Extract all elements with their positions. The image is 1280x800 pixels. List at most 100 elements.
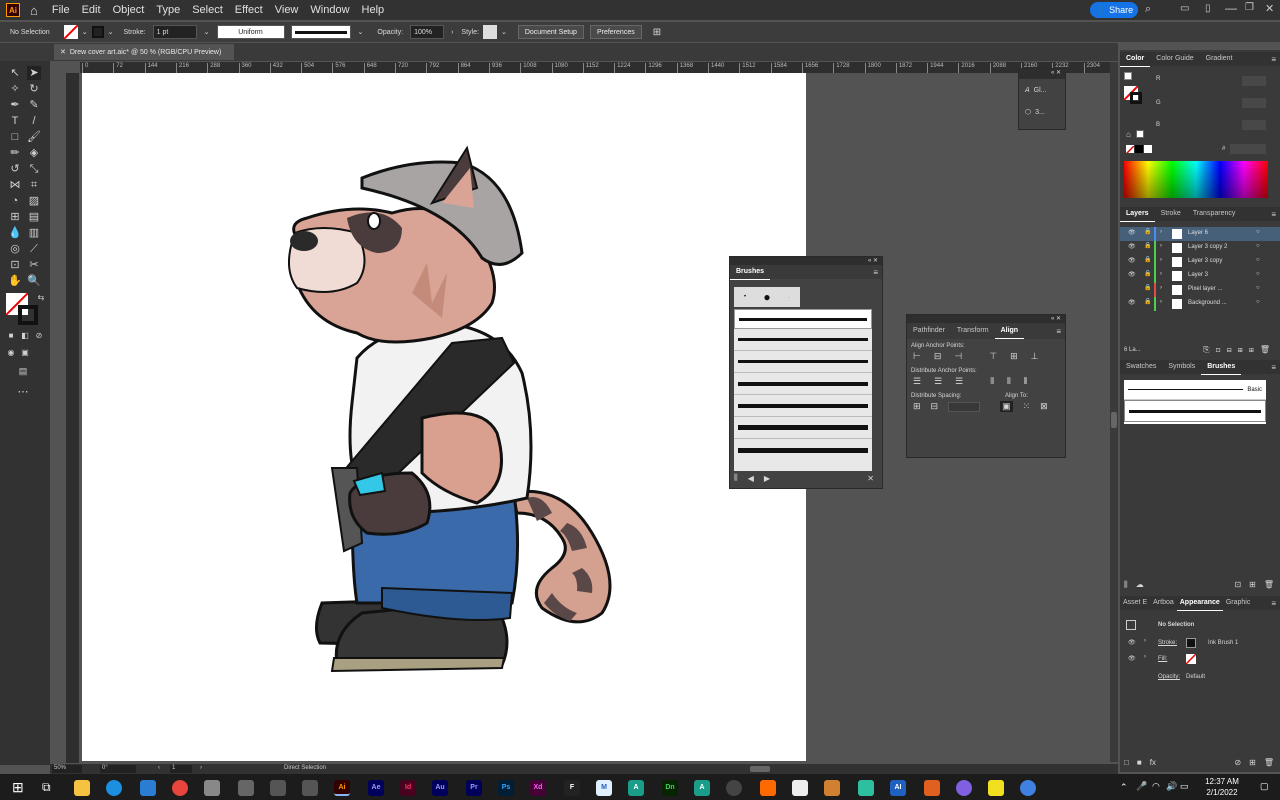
zoom-tool-icon[interactable]: 🔍	[27, 274, 41, 288]
white-swatch[interactable]	[1144, 145, 1152, 153]
brush-item[interactable]	[734, 329, 872, 351]
layer-name[interactable]: Pixel layer ...	[1188, 286, 1222, 292]
layer-name[interactable]: Layer 3 copy 2	[1188, 244, 1227, 250]
edge-icon[interactable]	[106, 780, 122, 796]
opacity-field[interactable]: 100%	[410, 25, 445, 39]
shape-builder-icon[interactable]: ◔	[8, 194, 22, 208]
stroke-weight-field[interactable]: 1 pt	[152, 25, 197, 39]
small-dot-icon[interactable]: •	[734, 294, 756, 300]
artboard[interactable]	[82, 73, 806, 761]
visibility-eye-icon[interactable]: 👁	[1128, 655, 1136, 662]
tab-layers[interactable]: Layers	[1120, 207, 1155, 222]
document-setup-button[interactable]: Document Setup	[517, 25, 584, 39]
large-dot-icon[interactable]: ●	[756, 290, 778, 304]
tab-align[interactable]: Align	[994, 324, 1025, 339]
brush-options-icon[interactable]: ⊡	[1234, 580, 1241, 592]
layer-row[interactable]: 👁 🔒 › Layer 3 copy 2 ○	[1120, 241, 1280, 255]
layer-row[interactable]: 👁 🔒 › Layer 3 ○	[1120, 269, 1280, 283]
xd-icon[interactable]: Xd	[530, 780, 546, 796]
app-icon[interactable]	[1020, 780, 1036, 796]
default-colors-icon[interactable]	[1124, 72, 1132, 80]
stroke-label[interactable]: Stroke:	[1158, 640, 1177, 646]
menu-edit[interactable]: Edit	[76, 4, 107, 16]
tab-pathfinder[interactable]: Pathfinder	[907, 324, 951, 338]
tab-stroke[interactable]: Stroke	[1155, 207, 1187, 221]
target-icon[interactable]: ○	[1256, 257, 1260, 263]
curvature-tool-icon[interactable]: ✎	[27, 98, 41, 112]
app-icon[interactable]	[204, 780, 220, 796]
panel-menu-icon[interactable]: ≡	[1271, 55, 1280, 64]
microphone-icon[interactable]: 🎤	[1136, 781, 1147, 792]
share-button[interactable]: 👤 Share	[1090, 2, 1138, 18]
tab-symbols[interactable]: Symbols	[1162, 360, 1201, 374]
align-left-icon[interactable]: ⊢	[913, 351, 921, 362]
chevron-right-icon[interactable]: ›	[451, 29, 453, 36]
clock[interactable]: 12:37 AM 2/1/2022	[1198, 776, 1246, 798]
tab-swatches[interactable]: Swatches	[1120, 360, 1162, 374]
app-icon[interactable]	[726, 780, 742, 796]
artboard-nav-prev[interactable]: ‹	[158, 765, 160, 771]
rectangle-tool-icon[interactable]: □	[8, 130, 22, 144]
wifi-icon[interactable]: ◠	[1152, 781, 1160, 792]
appearance-fill-row[interactable]: 👁 › Fill:	[1120, 652, 1280, 666]
lock-icon[interactable]: 🔒	[1144, 298, 1151, 305]
pencil-tool-icon[interactable]: ✏	[8, 146, 22, 160]
chevron-down-icon[interactable]: ⌄	[501, 28, 507, 36]
layer-row[interactable]: 🔒 › Pixel layer ... ○	[1120, 283, 1280, 297]
gradient-mode-icon[interactable]: ◧	[18, 329, 32, 343]
notifications-icon[interactable]: ▢	[1260, 781, 1269, 792]
type-tool-icon[interactable]: T	[8, 114, 22, 128]
mail-icon[interactable]	[140, 780, 156, 796]
distribute-vspace-icon[interactable]: ⊞	[913, 401, 921, 412]
next-icon[interactable]: ▶	[764, 474, 770, 483]
mesh-tool-icon[interactable]: ⊞	[8, 210, 22, 224]
channel-r-field[interactable]	[1242, 76, 1266, 86]
windows-start-icon[interactable]: ⊞	[12, 779, 24, 796]
chevron-down-icon[interactable]: ⌄	[204, 28, 210, 36]
chevron-down-icon[interactable]: ⌄	[82, 28, 88, 36]
delete-brush-icon[interactable]: 🗑	[1264, 580, 1274, 592]
tab-brushes[interactable]: Brushes	[1201, 360, 1242, 375]
menu-file[interactable]: File	[46, 4, 76, 16]
variable-width-profile[interactable]: Uniform	[216, 25, 285, 39]
app-icon[interactable]: A	[694, 780, 710, 796]
maximize-icon[interactable]: ❐	[1245, 2, 1254, 13]
color-stroke-swatch[interactable]	[1130, 92, 1142, 104]
selection-tool-icon[interactable]: ↖	[8, 66, 22, 80]
new-brush-icon[interactable]: ⊞	[1249, 580, 1256, 592]
rotate-tool-icon[interactable]: ↺	[8, 162, 22, 176]
minimize-icon[interactable]: —	[1225, 1, 1237, 15]
stroke-swatch[interactable]	[91, 26, 104, 38]
align-to-artboard-icon[interactable]: ⊠	[1040, 401, 1048, 412]
vertical-scroll-thumb[interactable]	[1111, 412, 1117, 428]
paintbrush-tool-icon[interactable]: 🖌	[27, 130, 41, 144]
brush-definition[interactable]	[290, 25, 351, 39]
lock-icon[interactable]: 🔒	[1144, 270, 1151, 277]
eyedropper-icon[interactable]: 💧	[8, 226, 22, 240]
premiere-icon[interactable]: Pr	[466, 780, 482, 796]
expand-chevron-icon[interactable]: ›	[1144, 654, 1146, 660]
layer-row[interactable]: 👁 🔒 › Layer 3 copy ○	[1120, 255, 1280, 269]
color-mode-icon[interactable]: ■	[4, 329, 18, 343]
tab-appearance[interactable]: Appearance	[1176, 596, 1223, 611]
preferences-button[interactable]: Preferences	[589, 25, 642, 39]
visibility-eye-icon[interactable]: 👁	[1128, 243, 1136, 250]
chevron-down-icon[interactable]: ⌄	[358, 28, 364, 36]
lock-icon[interactable]: 🔒	[1144, 256, 1151, 263]
direct-selection-tool-icon[interactable]: ➤	[27, 66, 41, 80]
tray-chevron-icon[interactable]: ⌃	[1120, 782, 1128, 793]
expand-chevron-icon[interactable]: ›	[1160, 271, 1162, 277]
audition-icon[interactable]: Au	[432, 780, 448, 796]
file-explorer-icon[interactable]	[74, 780, 90, 796]
appearance-opacity-row[interactable]: Opacity: Default	[1120, 670, 1280, 684]
horizontal-scroll-thumb[interactable]	[750, 766, 770, 772]
after-effects-icon[interactable]: Ae	[368, 780, 384, 796]
distribute-right-icon[interactable]: ⫴	[1024, 376, 1028, 387]
3d-item[interactable]: ⬡ 3...	[1019, 101, 1065, 123]
align-center-icon[interactable]: ⊟	[934, 351, 942, 362]
opacity-label[interactable]: Opacity:	[1158, 674, 1180, 680]
brush-item[interactable]	[734, 417, 872, 439]
brush-item[interactable]	[734, 439, 872, 461]
align-middle-icon[interactable]: ⊞	[1010, 351, 1018, 362]
tab-color[interactable]: Color	[1120, 52, 1151, 67]
